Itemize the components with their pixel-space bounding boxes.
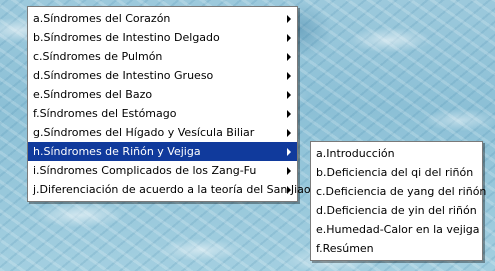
desktop-background: { "main_menu": { "items": [ {"label": "a… (0, 0, 495, 271)
submenu-item-resumen[interactable]: f.Resúmen (311, 239, 482, 258)
submenu-item-label: d.Deficiencia de yin del riñón (316, 204, 477, 217)
menu-item-label: i.Síndromes Complicados de los Zang-Fu (33, 164, 257, 177)
submenu-item-label: e.Humedad-Calor en la vejiga (316, 223, 480, 236)
menu-item-diferenciacion-san-jiao[interactable]: j.Diferenciación de acuerdo a la teoría … (28, 180, 311, 199)
menu-item-label: b.Síndromes de Intestino Delgado (33, 31, 220, 44)
submenu-item-label: b.Deficiencia del qi del riñón (316, 166, 474, 179)
submenu-arrow-icon (287, 72, 291, 80)
menu-item-sindromes-intestino-grueso[interactable]: d.Síndromes de Intestino Grueso (28, 66, 297, 85)
menu-item-label: e.Síndromes del Bazo (33, 88, 153, 101)
menu-item-sindromes-bazo[interactable]: e.Síndromes del Bazo (28, 85, 297, 104)
submenu-item-humedad-calor[interactable]: e.Humedad-Calor en la vejiga (311, 220, 482, 239)
submenu-item-label: c.Deficiencia de yang del riñón (316, 185, 487, 198)
submenu-arrow-icon (287, 15, 291, 23)
submenu-item-label: a.Introducción (316, 147, 395, 160)
submenu-rinon-vejiga: a.Introducción b.Deficiencia del qi del … (310, 141, 486, 261)
submenu-item-introduccion[interactable]: a.Introducción (311, 144, 482, 163)
menu-item-label: d.Síndromes de Intestino Grueso (33, 69, 214, 82)
submenu-arrow-icon (287, 91, 291, 99)
menu-item-sindromes-higado[interactable]: g.Síndromes del Hígado y Vesícula Biliar (28, 123, 297, 142)
menu-item-sindromes-intestino-delgado[interactable]: b.Síndromes de Intestino Delgado (28, 28, 297, 47)
menu-item-label: f.Síndromes del Estómago (33, 107, 177, 120)
menu-item-sindromes-complicados[interactable]: i.Síndromes Complicados de los Zang-Fu (28, 161, 297, 180)
submenu-arrow-icon (287, 110, 291, 118)
submenu-arrow-icon (287, 148, 291, 156)
submenu-arrow-icon (287, 186, 291, 194)
main-menu: a.Síndromes del Corazón b.Síndromes de I… (27, 6, 311, 202)
submenu-item-label: f.Resúmen (316, 242, 374, 255)
menu-item-label: g.Síndromes del Hígado y Vesícula Biliar (33, 126, 255, 139)
submenu-item-deficiencia-yin[interactable]: d.Deficiencia de yin del riñón (311, 201, 482, 220)
submenu-arrow-icon (287, 53, 291, 61)
menu-item-label: j.Diferenciación de acuerdo a la teoría … (33, 183, 311, 196)
submenu-item-deficiencia-yang[interactable]: c.Deficiencia de yang del riñón (311, 182, 486, 201)
menu-item-sindromes-pulmon[interactable]: c.Síndromes de Pulmón (28, 47, 297, 66)
submenu-item-deficiencia-qi[interactable]: b.Deficiencia del qi del riñón (311, 163, 482, 182)
menu-item-label: a.Síndromes del Corazón (33, 12, 171, 25)
menu-item-label: h.Síndromes de Riñón y Vejiga (33, 145, 201, 158)
menu-item-sindromes-rinon-vejiga[interactable]: h.Síndromes de Riñón y Vejiga (28, 142, 297, 161)
menu-item-label: c.Síndromes de Pulmón (33, 50, 163, 63)
menu-item-sindromes-corazon[interactable]: a.Síndromes del Corazón (28, 9, 297, 28)
menu-item-sindromes-estomago[interactable]: f.Síndromes del Estómago (28, 104, 297, 123)
submenu-arrow-icon (287, 129, 291, 137)
submenu-arrow-icon (287, 167, 291, 175)
submenu-arrow-icon (287, 34, 291, 42)
